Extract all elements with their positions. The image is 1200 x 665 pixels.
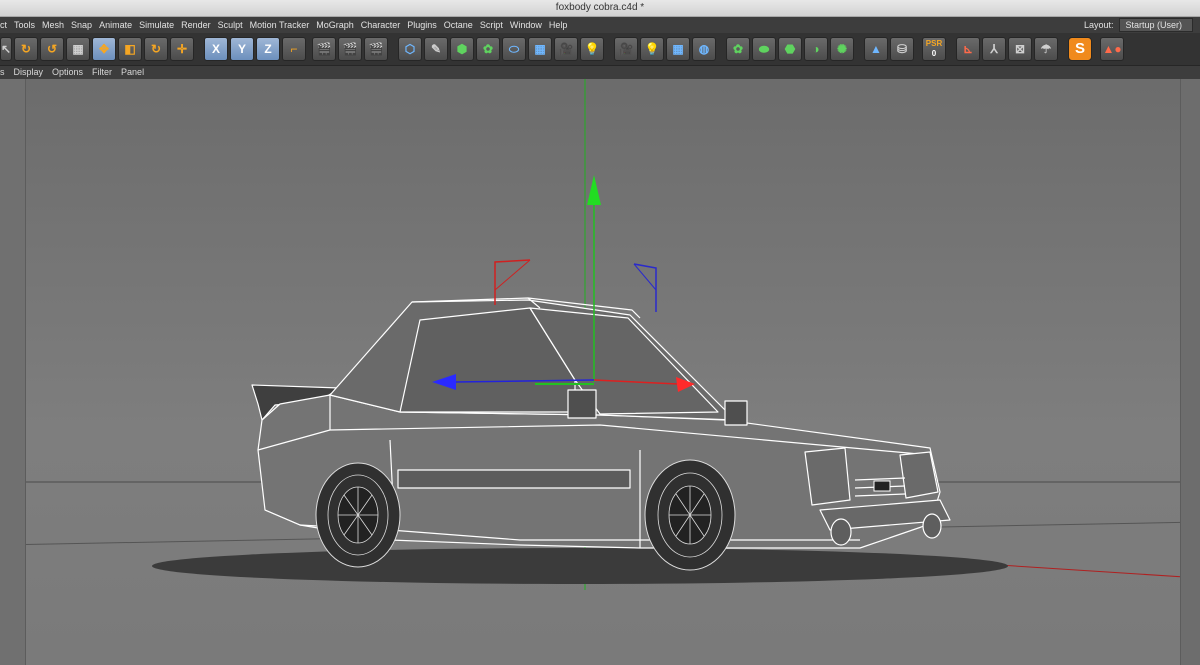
front-wheel bbox=[644, 459, 736, 571]
viewport-menu-filter[interactable]: Filter bbox=[92, 66, 112, 79]
character-weight-icon[interactable]: ☂ bbox=[1034, 37, 1058, 61]
move-tool-icon[interactable]: ✥ bbox=[92, 37, 116, 61]
render-picture-viewer-icon[interactable]: 🎬 bbox=[338, 37, 362, 61]
octane-camera-icon[interactable]: 🎥 bbox=[614, 37, 638, 61]
axis-y-toggle[interactable]: Y bbox=[230, 37, 254, 61]
viewport-menu-bar: s Display Options Filter Panel bbox=[0, 66, 1200, 79]
subdivision-surface-icon[interactable]: ⬢ bbox=[450, 37, 474, 61]
camera-object-icon[interactable]: 🎥 bbox=[554, 37, 578, 61]
mograph-effector-icon[interactable]: ◑ bbox=[804, 37, 828, 61]
menu-item-plugins[interactable]: Plugins bbox=[407, 17, 437, 33]
menu-item-mesh[interactable]: Mesh bbox=[42, 17, 64, 33]
rectangle-selection-icon[interactable]: ↺ bbox=[40, 37, 64, 61]
mograph-random-icon[interactable]: ✺ bbox=[830, 37, 854, 61]
3d-viewport[interactable] bbox=[0, 79, 1200, 665]
grille-emblem bbox=[873, 480, 891, 492]
psr-snap-button[interactable]: PSR 0 bbox=[922, 37, 946, 61]
octane-sky-icon[interactable]: ◍ bbox=[692, 37, 716, 61]
main-toolbar: ↖ ↻ ↺ ▦ ✥ ◧ ↻ ✛ X Y Z ⌐ 🎬 🎬 🎬 ⬡ ✎ ⬢ ✿ ⬭ … bbox=[0, 33, 1200, 66]
psr-value: 0 bbox=[931, 49, 937, 58]
menu-item-character[interactable]: Character bbox=[361, 17, 401, 33]
array-generator-icon[interactable]: ✿ bbox=[476, 37, 500, 61]
mograph-fracture-icon[interactable]: ⬣ bbox=[778, 37, 802, 61]
rotate-tool-icon[interactable]: ↻ bbox=[144, 37, 168, 61]
render-view-icon[interactable]: 🎬 bbox=[312, 37, 336, 61]
menu-item-animate[interactable]: Animate bbox=[99, 17, 132, 33]
menu-item-object[interactable]: ct bbox=[0, 17, 7, 33]
viewport-menu-view[interactable]: s bbox=[0, 66, 5, 79]
menu-item-simulate[interactable]: Simulate bbox=[139, 17, 174, 33]
psr-label: PSR bbox=[925, 39, 943, 48]
viewport-menu-panel[interactable]: Panel bbox=[121, 66, 144, 79]
character-ik-icon[interactable]: ⊠ bbox=[1008, 37, 1032, 61]
primitive-shapes-icon[interactable]: ▲● bbox=[1100, 37, 1124, 61]
scale-tool-icon[interactable]: ◧ bbox=[118, 37, 142, 61]
menu-item-tools[interactable]: Tools bbox=[14, 17, 35, 33]
spline-pen-icon[interactable]: ✎ bbox=[424, 37, 448, 61]
cube-object-icon[interactable]: ⬡ bbox=[398, 37, 422, 61]
menu-item-render[interactable]: Render bbox=[181, 17, 211, 33]
instance-object-icon[interactable]: ⛁ bbox=[890, 37, 914, 61]
viewport-left-border bbox=[0, 79, 26, 665]
last-tool-icon[interactable]: ✛ bbox=[170, 37, 194, 61]
viewport-right-border bbox=[1180, 79, 1200, 665]
menu-bar: ct Tools Mesh Snap Animate Simulate Render Scul… bbox=[0, 17, 1200, 33]
layout-dropdown[interactable]: Startup (User) bbox=[1118, 18, 1194, 32]
ground-shadow bbox=[152, 548, 1008, 584]
menu-item-snap[interactable]: Snap bbox=[71, 17, 92, 33]
live-selection-icon[interactable]: ↻ bbox=[14, 37, 38, 61]
menu-item-motion-tracker[interactable]: Motion Tracker bbox=[250, 17, 310, 33]
menu-item-help[interactable]: Help bbox=[549, 17, 568, 33]
lasso-selection-icon[interactable]: ▦ bbox=[66, 37, 90, 61]
layout-label: Layout: bbox=[1084, 20, 1114, 30]
viewport-menu-display[interactable]: Display bbox=[14, 66, 44, 79]
light-object-icon[interactable]: 💡 bbox=[580, 37, 604, 61]
coordinate-system-icon[interactable]: ⌐ bbox=[282, 37, 306, 61]
viewport-scene bbox=[0, 79, 1200, 590]
octane-light-icon[interactable]: 💡 bbox=[640, 37, 664, 61]
gizmo-y-arrow-icon[interactable] bbox=[587, 175, 601, 205]
plugin-s-button[interactable]: S bbox=[1068, 37, 1092, 61]
character-joint-icon[interactable]: ⅄ bbox=[982, 37, 1006, 61]
light-gizmo-blue bbox=[633, 263, 657, 312]
mograph-matrix-icon[interactable]: ⬬ bbox=[752, 37, 776, 61]
viewport-menu-options[interactable]: Options bbox=[52, 66, 83, 79]
snap-enable-icon[interactable]: ⊾ bbox=[956, 37, 980, 61]
mograph-cloner-icon[interactable]: ✿ bbox=[726, 37, 750, 61]
floor-object-icon[interactable]: ▦ bbox=[528, 37, 552, 61]
menu-item-octane[interactable]: Octane bbox=[444, 17, 473, 33]
axis-x-toggle[interactable]: X bbox=[204, 37, 228, 61]
menu-item-mograph[interactable]: MoGraph bbox=[316, 17, 354, 33]
render-settings-icon[interactable]: 🎬 bbox=[364, 37, 388, 61]
scene-object-icon[interactable]: ▲ bbox=[864, 37, 888, 61]
menu-item-script[interactable]: Script bbox=[480, 17, 503, 33]
menu-item-window[interactable]: Window bbox=[510, 17, 542, 33]
layout-selector: Layout: Startup (User) bbox=[1084, 17, 1194, 33]
octane-plane-icon[interactable]: ▦ bbox=[666, 37, 690, 61]
axis-z-toggle[interactable]: Z bbox=[256, 37, 280, 61]
select-arrow-icon[interactable]: ↖ bbox=[0, 37, 12, 61]
deformer-icon[interactable]: ⬭ bbox=[502, 37, 526, 61]
menu-item-sculpt[interactable]: Sculpt bbox=[218, 17, 243, 33]
window-title: foxbody cobra.c4d * bbox=[0, 0, 1200, 17]
rear-wheel bbox=[315, 462, 401, 568]
